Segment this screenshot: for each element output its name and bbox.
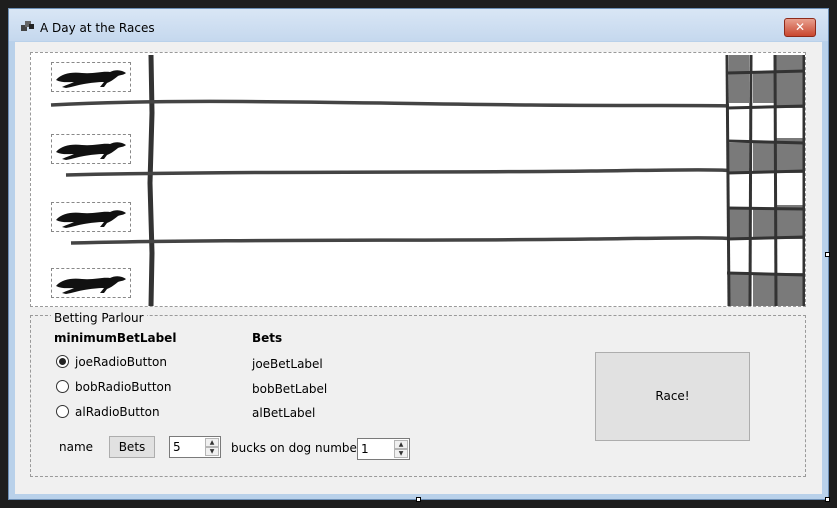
racetrack-drawing bbox=[50, 54, 805, 306]
stepper-down-icon[interactable]: ▼ bbox=[205, 447, 219, 456]
resize-handle-corner[interactable] bbox=[825, 497, 830, 502]
dog-picture-3 bbox=[51, 202, 131, 232]
joe-radio-label[interactable]: joeRadioButton bbox=[75, 355, 167, 369]
dog-number-value[interactable]: 1 bbox=[361, 442, 369, 456]
betting-parlour-title: Betting Parlour bbox=[51, 311, 147, 325]
al-bet-label: alBetLabel bbox=[252, 406, 316, 420]
greyhound-icon bbox=[56, 276, 126, 294]
dog-picture-4 bbox=[51, 268, 131, 298]
resize-handle-right[interactable] bbox=[825, 252, 830, 257]
greyhound-icon bbox=[56, 142, 126, 160]
stepper-up-icon[interactable]: ▲ bbox=[394, 440, 408, 449]
amount-stepper[interactable]: 5 ▲ ▼ bbox=[169, 436, 221, 458]
bucks-on-dog-label: bucks on dog number bbox=[231, 441, 362, 455]
al-radio-label[interactable]: alRadioButton bbox=[75, 405, 160, 419]
joe-radio-button[interactable] bbox=[56, 355, 69, 368]
bob-radio-label[interactable]: bobRadioButton bbox=[75, 380, 172, 394]
bets-header: Bets bbox=[252, 331, 283, 345]
racetrack-picture bbox=[30, 52, 806, 307]
race-button[interactable]: Race! bbox=[595, 352, 750, 441]
greyhound-icon bbox=[56, 210, 126, 228]
stepper-up-icon[interactable]: ▲ bbox=[205, 438, 219, 447]
al-radio-button[interactable] bbox=[56, 405, 69, 418]
dog-picture-2 bbox=[51, 134, 131, 164]
window-title: A Day at the Races bbox=[40, 21, 155, 35]
bob-radio-button[interactable] bbox=[56, 380, 69, 393]
name-label: name bbox=[59, 440, 94, 454]
app-icon bbox=[21, 21, 34, 31]
dog-number-stepper[interactable]: 1 ▲ ▼ bbox=[357, 438, 410, 460]
bets-button[interactable]: Bets bbox=[109, 436, 155, 458]
finish-line-checkers bbox=[725, 54, 805, 306]
bob-bet-label: bobBetLabel bbox=[252, 382, 328, 396]
joe-bet-label: joeBetLabel bbox=[252, 357, 323, 371]
resize-handle-bottom[interactable] bbox=[416, 497, 421, 502]
stepper-down-icon[interactable]: ▼ bbox=[394, 449, 408, 458]
greyhound-icon bbox=[56, 70, 126, 88]
minimum-bet-label: minimumBetLabel bbox=[54, 331, 177, 345]
dog-picture-1 bbox=[51, 62, 131, 92]
amount-value[interactable]: 5 bbox=[173, 440, 181, 454]
close-button[interactable]: ✕ bbox=[784, 18, 816, 37]
